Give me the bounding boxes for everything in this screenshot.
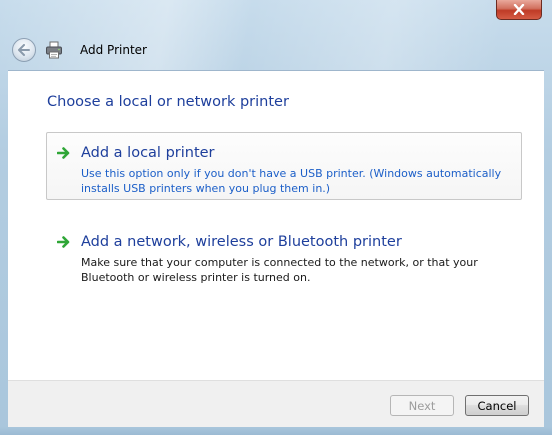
content-panel: Choose a local or network printer Add a … [8,70,544,380]
window-bottom-border [0,427,552,435]
next-button[interactable]: Next [390,395,454,416]
page-heading: Choose a local or network printer [47,94,289,110]
option-description: Make sure that your computer is connecte… [81,256,478,284]
window-frame: Add Printer Choose a local or network pr… [0,0,552,435]
option-title: Add a local printer [81,145,215,161]
green-arrow-icon [57,147,70,159]
command-bar: Next Cancel [8,380,544,427]
add-network-printer-option[interactable]: Add a network, wireless or Bluetooth pri… [46,221,522,289]
close-button[interactable] [496,0,542,20]
add-local-printer-option[interactable]: Add a local printer Use this option only… [46,132,522,200]
window-title: Add Printer [80,43,147,57]
green-arrow-icon [57,236,70,248]
printer-icon [46,41,62,59]
close-x-icon [513,4,525,15]
cancel-button[interactable]: Cancel [465,395,529,416]
back-arrow-icon [18,44,30,56]
option-title: Add a network, wireless or Bluetooth pri… [81,234,402,250]
back-button[interactable] [12,38,36,62]
navigation-bar: Add Printer [8,30,544,70]
option-description: Use this option only if you don't have a… [81,167,502,195]
